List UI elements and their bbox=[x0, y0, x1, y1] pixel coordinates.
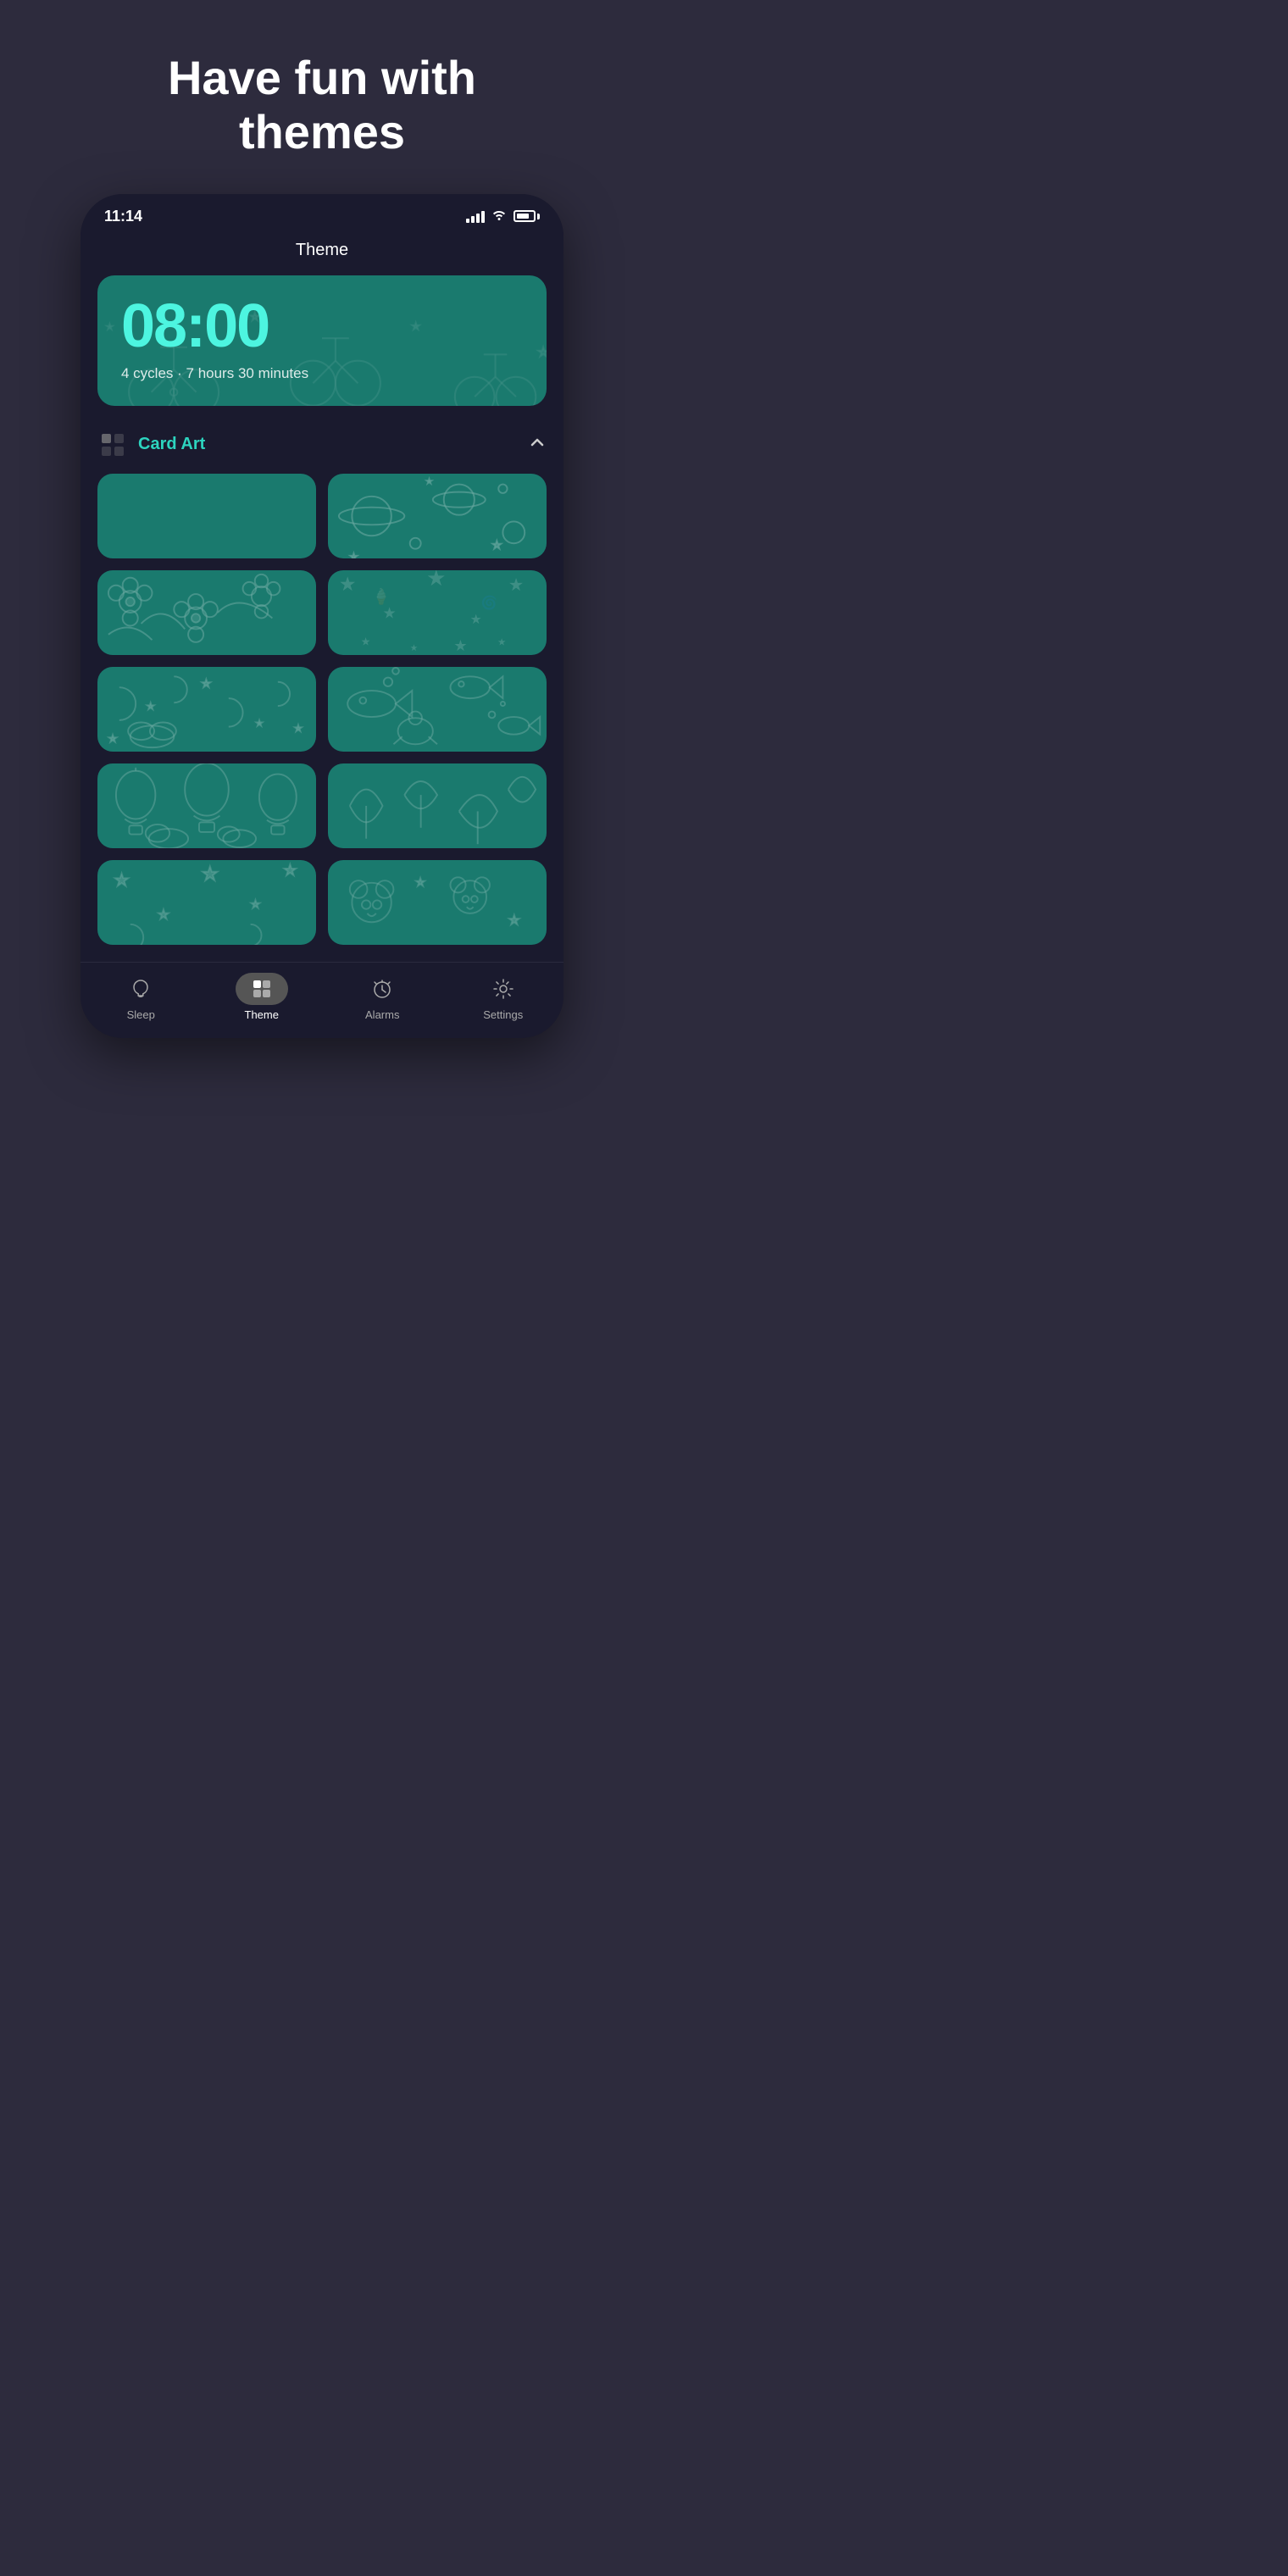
bottom-nav: Sleep Theme bbox=[80, 962, 564, 1038]
alarm-card[interactable]: ★ ★ ★ ★ 08:00 4 cycles · 7 hours 30 minu… bbox=[97, 275, 547, 406]
alarm-cycles: 4 cycles · 7 hours 30 minutes bbox=[121, 365, 523, 382]
nav-theme-icon-wrap bbox=[236, 973, 288, 1005]
nav-alarms[interactable]: Alarms bbox=[348, 973, 416, 1021]
nav-theme-label: Theme bbox=[245, 1008, 279, 1021]
svg-text:★: ★ bbox=[202, 863, 219, 885]
card-art-section-header[interactable]: Card Art bbox=[97, 423, 547, 474]
nav-sleep-label: Sleep bbox=[127, 1008, 155, 1021]
svg-text:★: ★ bbox=[158, 908, 169, 922]
svg-text:★: ★ bbox=[410, 644, 418, 653]
nav-alarms-icon-wrap bbox=[356, 973, 408, 1005]
page-title: Have fun with themes bbox=[168, 51, 476, 160]
wifi-icon bbox=[491, 208, 507, 225]
svg-text:🌀: 🌀 bbox=[481, 594, 497, 610]
svg-text:★: ★ bbox=[426, 570, 446, 591]
phone-content: Theme bbox=[80, 232, 564, 962]
svg-text:★: ★ bbox=[415, 875, 425, 888]
svg-text:★: ★ bbox=[350, 552, 358, 558]
svg-text:★: ★ bbox=[202, 677, 212, 690]
svg-text:★: ★ bbox=[114, 870, 130, 890]
card-art-flowers[interactable] bbox=[97, 570, 316, 655]
nav-settings-label: Settings bbox=[483, 1008, 523, 1021]
phone-mockup: 11:14 Theme bbox=[80, 194, 564, 1038]
nav-sleep[interactable]: Sleep bbox=[107, 973, 175, 1021]
alarms-icon bbox=[371, 978, 393, 1000]
nav-theme[interactable]: Theme bbox=[228, 973, 296, 1021]
card-art-bottom2[interactable]: ★ ★ bbox=[328, 860, 547, 945]
card-art-moons[interactable]: ★ ★ ★ ★ ★ bbox=[97, 667, 316, 752]
nav-sleep-icon-wrap bbox=[114, 973, 167, 1005]
svg-text:★: ★ bbox=[107, 322, 114, 330]
card-art-title: Card Art bbox=[138, 435, 205, 454]
svg-text:★: ★ bbox=[147, 702, 154, 712]
svg-text:★: ★ bbox=[108, 733, 117, 744]
status-bar: 11:14 bbox=[80, 194, 564, 232]
svg-text:★: ★ bbox=[508, 575, 525, 595]
theme-icon bbox=[251, 978, 273, 1000]
status-time: 11:14 bbox=[104, 208, 142, 225]
svg-text:★: ★ bbox=[256, 719, 263, 727]
card-art-leaves[interactable] bbox=[328, 763, 547, 848]
sleep-icon bbox=[130, 978, 152, 1000]
card-art-plain[interactable] bbox=[97, 474, 316, 558]
settings-icon bbox=[492, 978, 514, 1000]
svg-text:★: ★ bbox=[251, 897, 261, 910]
svg-text:★: ★ bbox=[497, 636, 506, 647]
signal-icon bbox=[466, 209, 485, 223]
svg-text:★: ★ bbox=[339, 573, 357, 595]
svg-text:★: ★ bbox=[294, 724, 302, 734]
card-art-planets[interactable]: ★ ★ ★ bbox=[328, 474, 547, 558]
svg-text:★: ★ bbox=[426, 477, 432, 485]
svg-text:★: ★ bbox=[453, 637, 467, 654]
card-art-grid: ★ ★ ★ bbox=[97, 474, 547, 962]
card-art-bottom1[interactable]: ★ ★ ★ ★ ★ bbox=[97, 860, 316, 945]
page-header: Have fun with themes bbox=[100, 0, 544, 194]
svg-text:★: ★ bbox=[508, 913, 520, 928]
alarm-time: 08:00 bbox=[121, 296, 523, 357]
svg-text:🍦: 🍦 bbox=[372, 587, 391, 605]
screen-title: Theme bbox=[97, 232, 547, 275]
card-art-icon bbox=[97, 430, 128, 460]
svg-text:★: ★ bbox=[537, 346, 547, 359]
svg-text:★: ★ bbox=[361, 635, 371, 647]
status-icons bbox=[466, 208, 540, 225]
svg-text:★: ★ bbox=[492, 538, 502, 551]
nav-alarms-label: Alarms bbox=[365, 1008, 399, 1021]
svg-text:★: ★ bbox=[383, 604, 397, 621]
svg-text:★: ★ bbox=[283, 862, 297, 879]
battery-icon bbox=[514, 210, 540, 222]
svg-text:★: ★ bbox=[470, 613, 482, 627]
nav-settings[interactable]: Settings bbox=[469, 973, 537, 1021]
nav-settings-icon-wrap bbox=[477, 973, 530, 1005]
section-left: Card Art bbox=[97, 430, 205, 460]
chevron-up-icon[interactable] bbox=[528, 433, 547, 457]
card-art-balloons[interactable] bbox=[97, 763, 316, 848]
card-art-stars[interactable]: ★ ★ ★ ★ ★ ★ ★ ★ ★ 🍦 🌀 bbox=[328, 570, 547, 655]
card-art-fish[interactable] bbox=[328, 667, 547, 752]
